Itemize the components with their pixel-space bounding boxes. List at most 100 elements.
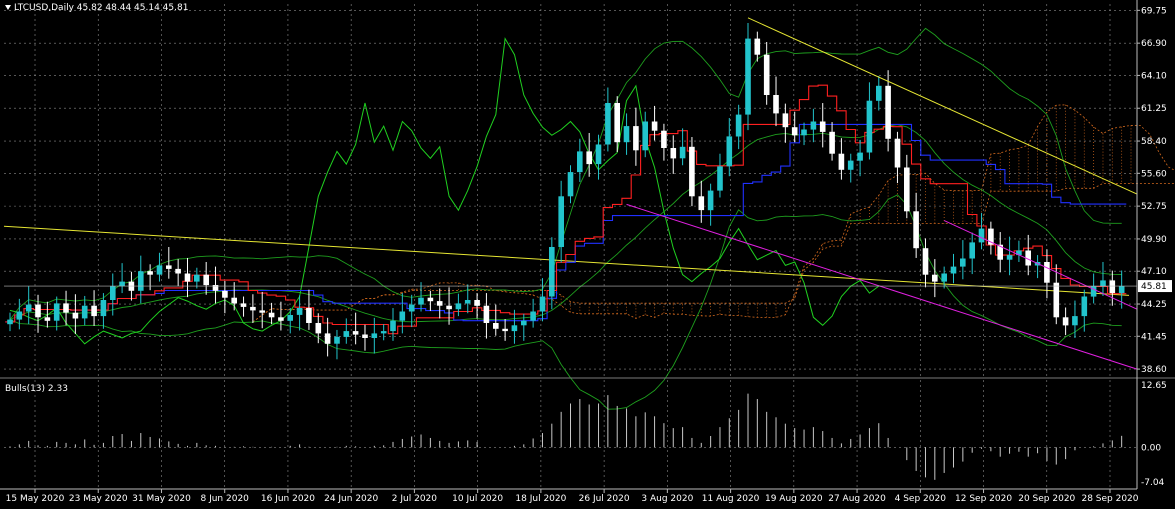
candle-body xyxy=(1109,280,1116,294)
candle-body xyxy=(773,95,779,114)
x-tick-label: 20 Sep 2020 xyxy=(1018,494,1075,504)
candle-body xyxy=(7,319,13,325)
candle-body xyxy=(119,281,125,287)
indicator-tick-label: 0.00 xyxy=(1141,443,1161,453)
candle-body xyxy=(904,167,910,212)
candle-body xyxy=(268,312,275,318)
y-tick-label: 49.90 xyxy=(1141,235,1167,245)
candle-body xyxy=(735,114,742,137)
x-tick-label: 8 Jun 2020 xyxy=(200,494,249,504)
candle-body xyxy=(698,196,705,211)
price-chart[interactable]: 69.75 66.90 64.10 61.25 58.40 55.60 52.75 49.90… xyxy=(0,0,1175,509)
x-tick-label: 12 Sep 2020 xyxy=(955,494,1012,504)
candle-body xyxy=(352,331,359,335)
candle-body xyxy=(717,166,723,191)
candle-body xyxy=(166,265,172,269)
candle-body xyxy=(147,271,153,275)
candle-body xyxy=(408,304,415,312)
indicator-label: Bulls(13) 2.33 xyxy=(5,384,68,394)
candle-body xyxy=(838,153,845,170)
candle-body xyxy=(493,323,499,329)
x-tick-label: 18 Jul 2020 xyxy=(515,494,566,504)
candle-body xyxy=(138,271,144,291)
candle-body xyxy=(605,103,611,145)
x-tick-label: 27 Aug 2020 xyxy=(828,494,886,504)
candle-body xyxy=(1006,255,1013,260)
x-tick-label: 4 Sep 2020 xyxy=(895,494,947,504)
candle-body xyxy=(35,304,41,318)
candle-body xyxy=(782,113,789,128)
x-tick-label: 15 May 2020 xyxy=(6,494,65,504)
candle-body xyxy=(651,121,658,131)
candle-body xyxy=(296,308,303,315)
candle-body xyxy=(642,121,648,151)
indicator-tick-label: 12.65 xyxy=(1141,381,1167,391)
candle-body xyxy=(91,305,97,317)
candle-body xyxy=(436,301,443,306)
candle-body xyxy=(1100,280,1106,287)
y-tick-label: 38.60 xyxy=(1141,365,1167,375)
dropdown-triangle-icon[interactable] xyxy=(5,5,11,10)
indicator-tick-label: -7.04 xyxy=(1141,478,1165,488)
candle-body xyxy=(521,320,527,326)
candle-body xyxy=(371,333,378,338)
candle-body xyxy=(876,85,882,101)
candle-body xyxy=(306,308,312,323)
candle-body xyxy=(978,228,985,243)
y-tick-label: 52.75 xyxy=(1141,202,1167,212)
candle-body xyxy=(390,320,396,332)
candle-body xyxy=(100,300,107,317)
candle-body xyxy=(810,121,817,130)
candle-body xyxy=(259,310,265,313)
candle-body xyxy=(847,160,854,170)
candle-body xyxy=(446,305,452,310)
candle-body xyxy=(474,300,480,306)
y-tick-label: 47.10 xyxy=(1141,267,1167,277)
current-price-label: 45.81 xyxy=(1141,282,1167,292)
candle-body xyxy=(745,38,751,115)
x-tick-label: 11 Aug 2020 xyxy=(702,494,760,504)
candle-body xyxy=(427,297,434,302)
x-tick-label: 23 May 2020 xyxy=(69,494,128,504)
x-tick-label: 28 Sep 2020 xyxy=(1081,494,1138,504)
candle-body xyxy=(1053,282,1060,318)
x-tick-label: 31 May 2020 xyxy=(132,494,191,504)
candle-body xyxy=(455,303,462,310)
candle-body xyxy=(25,304,32,312)
candle-body xyxy=(1090,286,1097,297)
candle-body xyxy=(53,303,60,321)
y-tick-label: 44.25 xyxy=(1141,300,1167,310)
candle-body xyxy=(203,274,209,286)
candle-body xyxy=(334,336,340,344)
candle-body xyxy=(661,130,667,148)
x-tick-label: 10 Jul 2020 xyxy=(452,494,503,504)
symbol-label: LTCUSD,Daily xyxy=(14,3,74,13)
candle-body xyxy=(866,100,873,153)
candle-body xyxy=(156,265,163,275)
candle-body xyxy=(240,303,247,307)
x-tick-label: 26 Jul 2020 xyxy=(579,494,630,504)
candle-body xyxy=(194,274,200,282)
candle-body xyxy=(819,121,826,132)
candle-body xyxy=(1062,317,1069,326)
candle-body xyxy=(1072,316,1078,326)
candle-body xyxy=(72,312,79,319)
chart-header: LTCUSD,Daily 45.82 48.44 45.14 45.81 xyxy=(5,3,188,13)
candle-body xyxy=(932,274,938,282)
candle-body xyxy=(222,290,228,298)
candle-body xyxy=(175,268,181,274)
y-tick-label: 55.60 xyxy=(1141,169,1167,179)
x-tick-label: 3 Aug 2020 xyxy=(641,494,693,504)
candle-body xyxy=(829,131,835,154)
candle-body xyxy=(184,273,191,282)
candle-body xyxy=(483,305,490,323)
candle-body xyxy=(315,323,322,334)
y-tick-label: 69.75 xyxy=(1141,6,1167,16)
candle-body xyxy=(1044,262,1050,283)
candle-body xyxy=(857,152,863,161)
x-tick-label: 24 Jun 2020 xyxy=(324,494,378,504)
y-tick-label: 58.40 xyxy=(1141,137,1167,147)
candle-body xyxy=(567,172,574,197)
candle-body xyxy=(16,311,23,320)
candle-body xyxy=(362,334,368,338)
